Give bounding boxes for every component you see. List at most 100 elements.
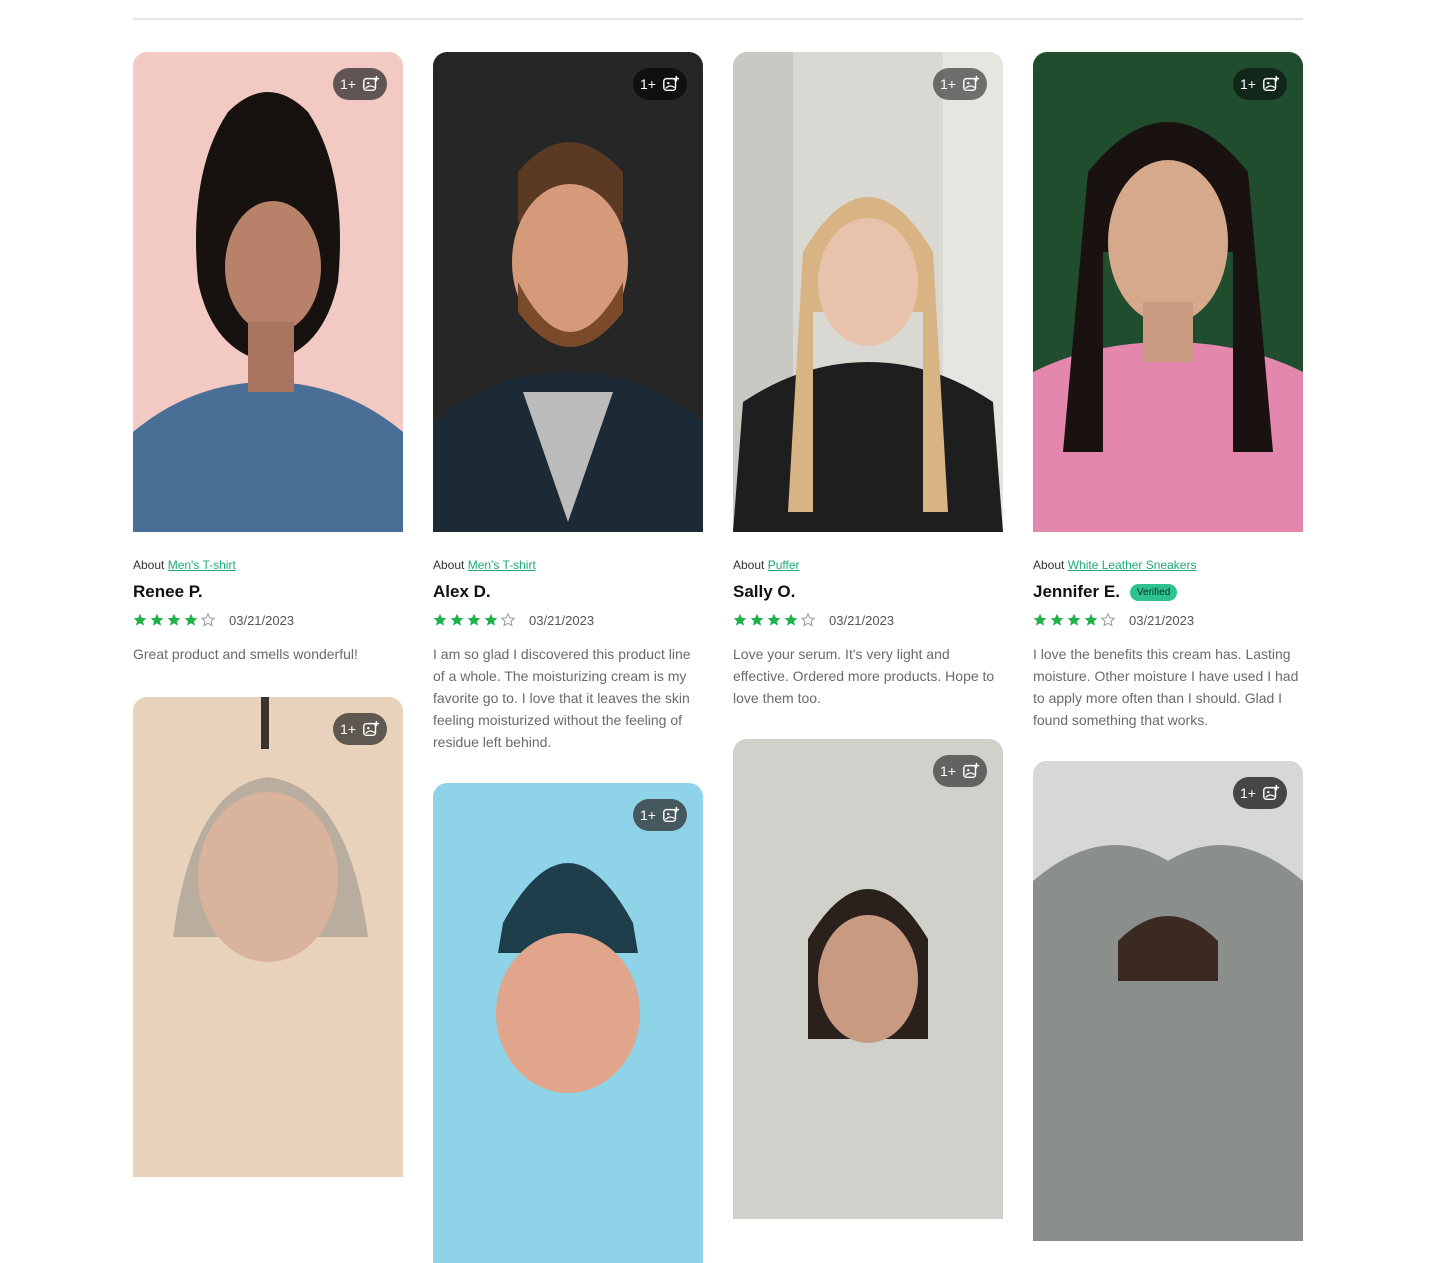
about-label: About (1033, 558, 1065, 572)
star-rating (433, 613, 515, 627)
review-column: 1+ About Men's T-shirt Alex D. 03/21/202… (433, 52, 703, 1263)
star-filled-icon (1084, 613, 1098, 626)
photo-count-badge[interactable]: 1+ (633, 68, 687, 100)
person-photo (808, 889, 928, 1043)
star-empty-icon (501, 613, 515, 627)
review-about: About Men's T-shirt (433, 558, 703, 572)
photo-count-badge[interactable]: 1+ (1233, 68, 1287, 100)
person-photo (433, 142, 703, 532)
photo-count-badge[interactable]: 1+ (633, 799, 687, 831)
person-photo (1033, 761, 1303, 981)
review-about: About Puffer (733, 558, 1003, 572)
photo-count-badge[interactable]: 1+ (933, 755, 987, 787)
star-filled-icon (784, 613, 798, 626)
add-photo-icon (663, 75, 680, 92)
review-date: 03/21/2023 (1129, 612, 1195, 628)
person-photo (133, 92, 403, 532)
photo-count-badge[interactable]: 1+ (333, 713, 387, 745)
review-text: Love your serum. It's very light and eff… (733, 646, 995, 706)
star-filled-icon (167, 613, 181, 626)
star-empty-icon (1101, 613, 1115, 627)
review-card[interactable]: 1+ About White Leather Sneakers Jennifer… (1033, 52, 1303, 731)
star-rating (733, 613, 815, 627)
star-filled-icon (467, 613, 481, 626)
review-photo[interactable]: 1+ (133, 697, 403, 1177)
star-filled-icon (1033, 613, 1047, 626)
add-photo-icon (363, 75, 380, 92)
star-filled-icon (733, 613, 747, 626)
star-rating (1033, 613, 1115, 627)
review-about: About White Leather Sneakers (1033, 558, 1303, 572)
review-text: I am so glad I discovered this product l… (433, 646, 691, 750)
about-label: About (733, 558, 765, 572)
photo-count: 1+ (1240, 76, 1256, 92)
star-filled-icon (767, 613, 781, 626)
about-label: About (133, 558, 165, 572)
reviewer-name: Sally O. (733, 582, 796, 601)
review-photo[interactable]: 1+ (133, 52, 403, 532)
person-photo (733, 52, 1003, 532)
star-empty-icon (801, 613, 815, 627)
review-card[interactable]: 1+ (133, 697, 403, 1177)
star-filled-icon (184, 613, 198, 626)
review-column: 1+ About Men's T-shirt Renee P. 03/21/20… (133, 52, 403, 1177)
review-column: 1+ About Puffer Sally O. 03/21/2023 Love… (733, 52, 1003, 1219)
person-photo (173, 697, 368, 962)
star-filled-icon (484, 613, 498, 626)
review-date: 03/21/2023 (829, 612, 895, 628)
add-photo-icon (663, 806, 680, 823)
photo-count: 1+ (940, 763, 956, 779)
photo-count: 1+ (640, 807, 656, 823)
product-link[interactable]: Puffer (768, 558, 800, 572)
review-card[interactable]: 1+ About Men's T-shirt Alex D. 03/21/202… (433, 52, 703, 753)
review-photo[interactable]: 1+ (433, 52, 703, 532)
star-filled-icon (150, 613, 164, 626)
review-photo[interactable]: 1+ (1033, 761, 1303, 1241)
star-filled-icon (133, 613, 147, 626)
photo-count: 1+ (340, 721, 356, 737)
review-card[interactable]: 1+ About Puffer Sally O. 03/21/2023 Love… (733, 52, 1003, 709)
star-filled-icon (750, 613, 764, 626)
photo-count: 1+ (640, 76, 656, 92)
review-text: I love the benefits this cream has. Last… (1033, 646, 1299, 728)
person-photo (1033, 122, 1303, 532)
review-card[interactable]: 1+ (733, 739, 1003, 1219)
reviewer-name: Jennifer E. (1033, 582, 1120, 601)
review-photo[interactable]: 1+ (1033, 52, 1303, 532)
photo-count: 1+ (1240, 785, 1256, 801)
top-divider (133, 18, 1303, 20)
add-photo-icon (1263, 784, 1280, 801)
add-photo-icon (1263, 75, 1280, 92)
photo-count: 1+ (940, 76, 956, 92)
review-card[interactable]: 1+ (433, 783, 703, 1263)
review-photo[interactable]: 1+ (733, 52, 1003, 532)
star-rating (133, 613, 215, 627)
review-date: 03/21/2023 (529, 612, 595, 628)
person-photo (496, 863, 640, 1093)
star-filled-icon (433, 613, 447, 626)
star-filled-icon (1067, 613, 1081, 626)
add-photo-icon (363, 720, 380, 737)
reviewer-name: Alex D. (433, 582, 491, 601)
photo-count-badge[interactable]: 1+ (333, 68, 387, 100)
product-link[interactable]: Men's T-shirt (468, 558, 536, 572)
verified-badge: Verified (1129, 583, 1178, 601)
add-photo-icon (963, 75, 980, 92)
review-card[interactable]: 1+ About Men's T-shirt Renee P. 03/21/20… (133, 52, 403, 665)
product-link[interactable]: Men's T-shirt (168, 558, 236, 572)
add-photo-icon (963, 762, 980, 779)
star-empty-icon (201, 613, 215, 627)
photo-count-badge[interactable]: 1+ (933, 68, 987, 100)
review-card[interactable]: 1+ (1033, 761, 1303, 1241)
review-about: About Men's T-shirt (133, 558, 403, 572)
review-column: 1+ About White Leather Sneakers Jennifer… (1033, 52, 1303, 1241)
product-link[interactable]: White Leather Sneakers (1068, 558, 1197, 572)
review-photo[interactable]: 1+ (733, 739, 1003, 1219)
photo-count-badge[interactable]: 1+ (1233, 777, 1287, 809)
review-date: 03/21/2023 (229, 612, 295, 628)
about-label: About (433, 558, 465, 572)
review-text: Great product and smells wonderful! (133, 646, 358, 662)
star-filled-icon (450, 613, 464, 626)
review-photo[interactable]: 1+ (433, 783, 703, 1263)
photo-count: 1+ (340, 76, 356, 92)
